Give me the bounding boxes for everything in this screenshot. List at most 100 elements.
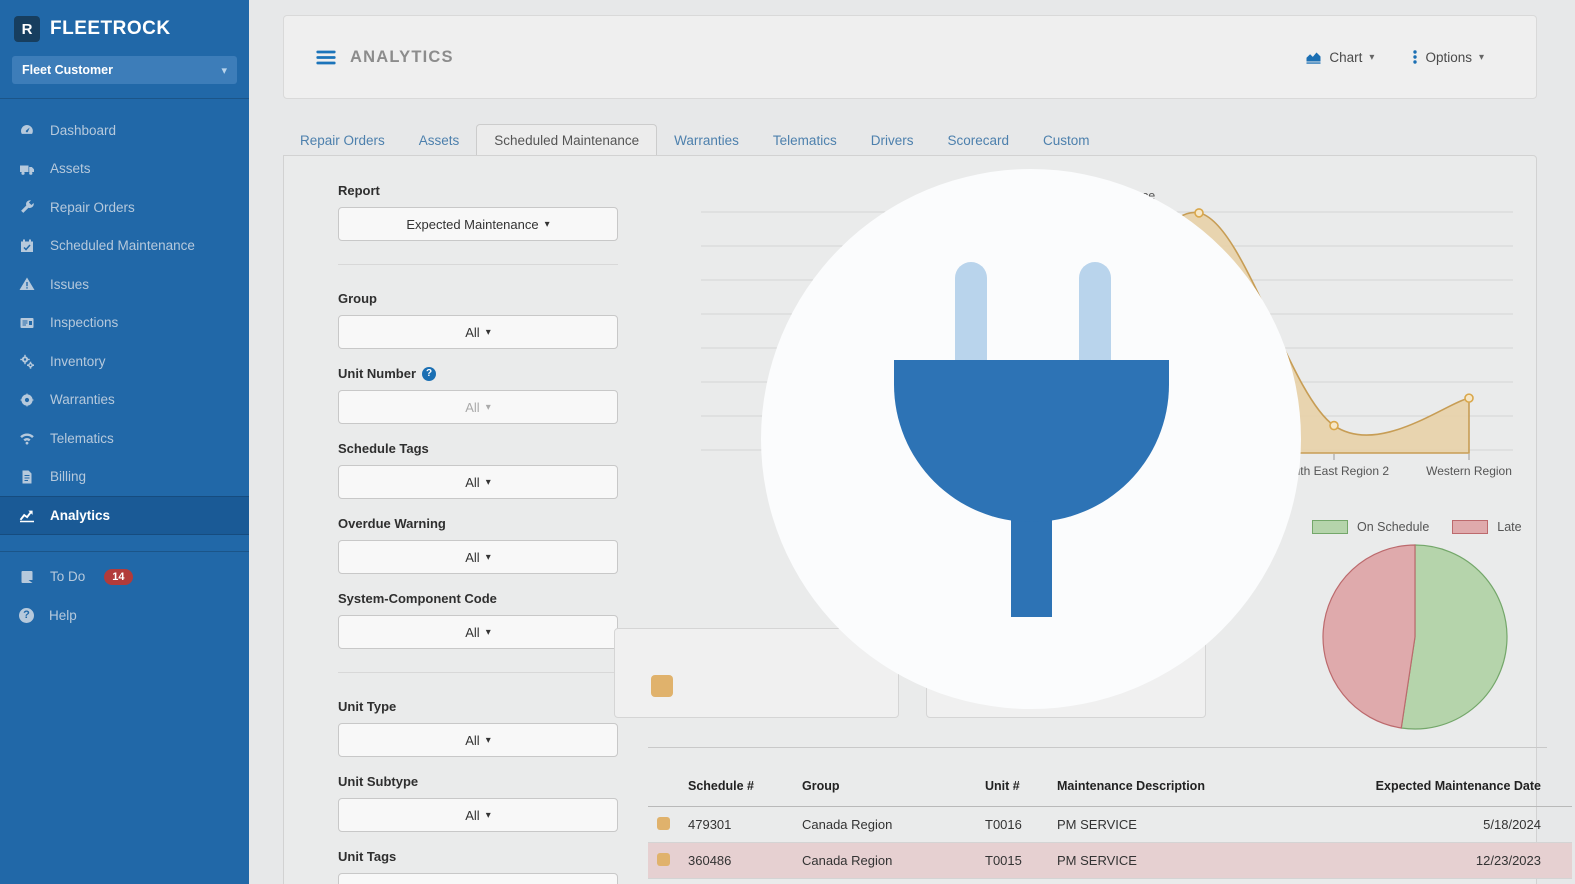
filter-dropdown-system-component-code[interactable]: All▾ [338,615,618,649]
filter-unit-tags: Unit Tags [338,848,618,884]
filter-dropdown-unit-type[interactable]: All ▾ [338,723,618,757]
sidebar-item-label: Telematics [50,431,114,446]
sidebar-item-analytics[interactable]: Analytics [0,496,249,535]
filter-label: Unit Subtype [338,773,618,790]
cell-expected-maintenance-date: 5/18/2024 [1297,817,1572,832]
plug-icon [894,360,1169,522]
sidebar-item-scheduled-maintenance[interactable]: Scheduled Maintenance [0,227,249,266]
sidebar-item-repair-orders[interactable]: Repair Orders [0,188,249,227]
filter-panel: Report Expected Maintenance ▾ GroupAll▾U… [338,182,618,884]
sidebar-item-label: Assets [50,161,91,176]
filter-label: Schedule Tags [338,440,618,457]
chevron-down-icon: ▾ [486,810,491,821]
sidebar-item-help[interactable]: ? Help [0,596,249,635]
report-dropdown[interactable]: Expected Maintenance ▾ [338,207,618,241]
tan-square-icon [651,675,673,697]
filter-label: Unit Tags [338,848,618,865]
sidebar-item-label: Help [49,608,77,623]
tan-square-icon [657,853,670,866]
cell-maintenance-description: PM SERVICE [1057,817,1297,832]
cell-expected-maintenance-date: 12/23/2023 [1297,853,1572,868]
sidebar-item-todo[interactable]: To Do 14 [0,558,249,597]
filter-dropdown-unit-number[interactable]: All▾ [338,390,618,424]
sidebar-item-issues[interactable]: Issues [0,265,249,304]
wrench-icon [19,199,35,215]
help-question-icon[interactable]: ? [422,367,436,381]
sidebar-item-telematics[interactable]: Telematics [0,419,249,458]
filter-dropdown-unit-subtype[interactable]: All ▾ [338,798,618,832]
tab-scheduled-maintenance[interactable]: Scheduled Maintenance [476,124,657,157]
sidebar-item-inventory[interactable]: Inventory [0,342,249,381]
calendar-icon [19,238,35,254]
chevron-down-icon: ▾ [221,64,227,77]
tab-telematics[interactable]: Telematics [756,125,854,156]
maintenance-table: Schedule #GroupUnit #Maintenance Descrip… [648,766,1572,879]
sidebar-item-label: Dashboard [50,123,116,138]
sidebar-item-dashboard[interactable]: Dashboard [0,111,249,150]
sidebar-item-inspections[interactable]: Inspections [0,304,249,343]
analytics-icon [19,507,35,523]
filter-label: Unit Type [338,698,618,715]
gears-icon [19,353,35,369]
filter-dropdown-schedule-tags[interactable]: All ▾ [338,465,618,499]
tab-scorecard[interactable]: Scorecard [930,125,1026,156]
dashboard-icon [19,122,35,138]
sidebar-item-warranties[interactable]: Warranties [0,381,249,420]
chevron-down-icon: ▾ [486,402,491,413]
warning-icon [19,276,35,292]
sidebar-item-label: To Do [50,569,85,584]
filter-dropdown-unit-tags[interactable] [338,873,618,884]
tab-custom[interactable]: Custom [1026,125,1107,156]
sidebar-item-label: Analytics [50,508,110,523]
menu-hamburger-icon[interactable] [316,49,336,66]
account-selector[interactable]: Fleet Customer ▾ [12,56,237,84]
tab-drivers[interactable]: Drivers [854,125,931,156]
tan-square-icon [657,817,670,830]
table-row[interactable]: 360486Canada RegionT0015PM SERVICE12/23/… [648,843,1572,879]
sidebar-item-label: Warranties [50,392,115,407]
legend-swatch [1452,520,1488,534]
tab-assets[interactable]: Assets [402,125,477,156]
main-content: ANALYTICS Chart ▾ Options ▾ Repair Order… [249,0,1575,884]
page-title: ANALYTICS [350,48,454,67]
help-icon: ? [19,608,34,623]
report-dropdown-value: Expected Maintenance [406,217,538,232]
chevron-down-icon: ▾ [545,219,550,230]
table-row[interactable]: 479301Canada RegionT0016PM SERVICE5/18/2… [648,807,1572,843]
sidebar-item-assets[interactable]: Assets [0,150,249,189]
page-header: ANALYTICS Chart ▾ Options ▾ [283,15,1537,99]
filter-dropdown-value: All [465,808,479,823]
inspection-icon [19,315,35,331]
filter-dropdown-value: All [465,733,479,748]
cell-schedule-: 360486 [688,853,802,868]
analytics-tabs: Repair OrdersAssetsScheduled Maintenance… [283,124,1107,156]
chevron-down-icon: ▾ [486,552,491,563]
pie-slice-on-schedule [1401,545,1507,729]
filter-dropdown-group[interactable]: All▾ [338,315,618,349]
filter-dropdown-value: All [465,475,479,490]
status-icon-cell [648,853,688,869]
tab-warranties[interactable]: Warranties [657,125,756,156]
sidebar-item-label: Scheduled Maintenance [50,238,195,253]
filter-label: System-Component Code [338,590,618,607]
sidebar-item-billing[interactable]: Billing [0,458,249,497]
chevron-down-icon: ▾ [486,477,491,488]
filter-dropdown-overdue-warning[interactable]: All▾ [338,540,618,574]
report-label: Report [338,182,618,199]
sidebar: R FLEETROCK Fleet Customer ▾ DashboardAs… [0,0,249,884]
table-header-row: Schedule #GroupUnit #Maintenance Descrip… [648,766,1572,807]
column-header-group: Group [802,779,985,793]
area-chart-icon [1305,49,1322,65]
options-menu-button[interactable]: Options ▾ [1412,49,1484,65]
legend-swatch [1312,520,1348,534]
chart-menu-label: Chart [1329,50,1362,65]
chevron-down-icon: ▾ [486,735,491,746]
svg-text:Western Region: Western Region [1426,464,1512,478]
chart-menu-button[interactable]: Chart ▾ [1305,49,1374,65]
column-header-unit-: Unit # [985,779,1057,793]
sidebar-item-label: Billing [50,469,86,484]
tab-repair-orders[interactable]: Repair Orders [283,125,402,156]
sidebar-nav: Dashboard Assets Repair Orders Scheduled Ma… [0,99,249,535]
filter-schedule-tags: Schedule Tags All ▾ [338,440,618,499]
filter-label: Overdue Warning [338,515,618,532]
